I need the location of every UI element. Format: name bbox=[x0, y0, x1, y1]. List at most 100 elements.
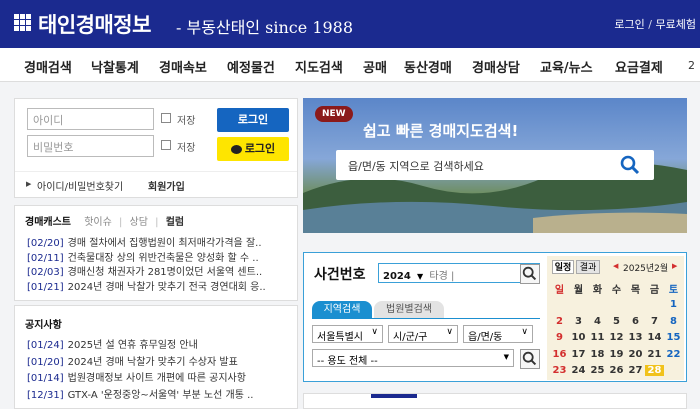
calendar-day[interactable]: 22 bbox=[664, 349, 683, 360]
list-item[interactable]: [01/20] 2024년 경매 낙찰가 맞추기 수상자 발표 bbox=[27, 353, 283, 370]
map-search-banner[interactable]: NEW 쉽고 빠른 경매지도검색! 읍/면/동 지역으로 검색하세요 bbox=[303, 98, 687, 233]
save-id-checkbox[interactable] bbox=[161, 113, 171, 123]
list-item-title: 경매신청 채권자가 281명이었던 서울역 센트.. bbox=[67, 267, 263, 278]
calendar-day[interactable]: 9 bbox=[550, 332, 569, 343]
tab-region-search[interactable]: 지역검색 bbox=[312, 301, 372, 318]
sigungu-select[interactable]: 시/군/구 ∨ bbox=[388, 325, 458, 343]
find-account-link[interactable]: 아이디/비밀번호찾기 bbox=[37, 178, 123, 193]
list-item-title: 건축물대장 상의 위반건축물은 양성화 할 수 .. bbox=[67, 252, 259, 264]
calendar-weekday: 목 bbox=[630, 284, 641, 296]
tab-divider: | bbox=[155, 217, 159, 228]
calendar-day[interactable]: 27 bbox=[626, 365, 645, 376]
tab-court-search[interactable]: 법원별검색 bbox=[374, 301, 444, 318]
usage-search-button[interactable] bbox=[520, 349, 540, 369]
calendar-day[interactable]: 19 bbox=[607, 349, 626, 360]
nav-item-payment[interactable]: 요금결제 bbox=[615, 57, 663, 76]
calendar-day[interactable]: 3 bbox=[569, 316, 588, 327]
map-search-input[interactable]: 읍/면/동 지역으로 검색하세요 bbox=[336, 150, 654, 180]
calendar-day[interactable]: 1 bbox=[664, 299, 683, 310]
list-item[interactable]: [01/14] 법원경매정보 사이트 개편에 따른 공지사항 bbox=[27, 369, 283, 386]
calendar-day[interactable]: 4 bbox=[588, 316, 607, 327]
save-pw-checkbox[interactable] bbox=[161, 140, 171, 150]
tab-hot-issue[interactable]: 핫이슈 bbox=[84, 217, 112, 228]
tab-consult[interactable]: 상담 bbox=[130, 217, 148, 228]
nav-item-auction-news[interactable]: 경매속보 bbox=[159, 57, 207, 76]
nav-item-education-news[interactable]: 교육/뉴스 bbox=[540, 57, 593, 76]
calendar-day[interactable]: 6 bbox=[626, 316, 645, 327]
list-item[interactable]: [02/11] 건축물대장 상의 위반건축물은 양성화 할 수 .. bbox=[27, 249, 283, 264]
calendar-day[interactable]: 10 bbox=[569, 332, 588, 343]
nav-item-consult[interactable]: 경매상담 bbox=[472, 57, 520, 76]
calendar-day[interactable]: 8 bbox=[664, 316, 683, 327]
calendar-day[interactable]: 16 bbox=[550, 349, 569, 360]
nav-item-public-sale[interactable]: 공매 bbox=[363, 57, 387, 76]
nav-item-map-search[interactable]: 지도검색 bbox=[295, 57, 343, 76]
calendar-day[interactable]: 15 bbox=[664, 332, 683, 343]
tab-auction-cast[interactable]: 경매캐스트 bbox=[25, 217, 71, 228]
nav-item-bid-stats[interactable]: 낙찰통계 bbox=[91, 57, 139, 76]
calendar-day[interactable]: 18 bbox=[588, 349, 607, 360]
calendar-week-row: 16 17 18 19 20 21 22 bbox=[550, 346, 683, 363]
search-icon bbox=[522, 266, 537, 281]
login-panel: 아이디 비밀번호 저장 저장 로그인 로그인 ▶ 아이디/비밀번호찾기 회원가입 bbox=[14, 98, 298, 198]
calendar-day[interactable]: 5 bbox=[607, 316, 626, 327]
calendar-day[interactable]: 20 bbox=[626, 349, 645, 360]
calendar-day[interactable]: 2 bbox=[550, 316, 569, 327]
calendar-day[interactable]: 23 bbox=[550, 365, 569, 376]
next-month-icon[interactable]: ▶ bbox=[672, 262, 677, 270]
id-input[interactable]: 아이디 bbox=[27, 108, 154, 130]
auction-calendar: 일정 결과 ◀ 2025년2월 ▶ 일 월 화 수 목 금 토 1 2 3 4 5 6 7 8 9 10 11 12… bbox=[547, 256, 684, 380]
calendar-weekday: 수 bbox=[611, 284, 622, 296]
list-item-title: 2024년 경매 낙찰가 맞추기 수상자 발표 bbox=[67, 356, 238, 368]
calendar-day[interactable]: 11 bbox=[588, 332, 607, 343]
list-item[interactable]: [01/21] 2024년 경매 낙찰가 맞추기 전국 경연대회 응.. bbox=[27, 278, 283, 293]
case-search-button[interactable] bbox=[520, 264, 540, 284]
tab-results[interactable]: 결과 bbox=[576, 260, 600, 274]
calendar-day[interactable]: 24 bbox=[569, 365, 588, 376]
bottom-panel bbox=[303, 393, 687, 409]
nav-item-auction-search[interactable]: 경매검색 bbox=[24, 57, 72, 76]
search-icon bbox=[522, 351, 537, 366]
prev-month-icon[interactable]: ◀ bbox=[613, 262, 618, 270]
nav-item-movables[interactable]: 동산경매 bbox=[404, 57, 452, 76]
dong-select-value: 읍/면/동 bbox=[468, 332, 503, 343]
tab-column[interactable]: 컬럼 bbox=[166, 217, 184, 228]
news-list: [02/20] 경매 절차에서 집행법원이 최저매각가격을 잘.. [02/11]… bbox=[27, 234, 283, 292]
list-item-date: [02/20] bbox=[27, 238, 64, 249]
calendar-day[interactable]: 25 bbox=[588, 365, 607, 376]
password-input[interactable]: 비밀번호 bbox=[27, 135, 154, 157]
calendar-weekday: 금 bbox=[649, 284, 660, 296]
calendar-day[interactable]: 28 bbox=[645, 365, 664, 377]
list-item[interactable]: [12/31] GTX-A '운정중앙~서울역' 부분 노선 개통 .. bbox=[27, 386, 283, 403]
kakao-login-button[interactable]: 로그인 bbox=[217, 137, 289, 161]
usage-select[interactable]: -- 용도 전체 -- ▼ bbox=[312, 349, 514, 367]
calendar-day[interactable]: 12 bbox=[607, 332, 626, 343]
site-logo[interactable]: 태인경매정보 bbox=[38, 9, 151, 39]
sido-select-value: 서울특별시 bbox=[317, 332, 363, 343]
calendar-day[interactable]: 21 bbox=[645, 349, 664, 360]
sido-select[interactable]: 서울특별시 ∨ bbox=[312, 325, 383, 343]
join-link[interactable]: 회원가입 bbox=[148, 178, 185, 193]
calendar-day[interactable]: 7 bbox=[645, 316, 664, 327]
calendar-weekday: 월 bbox=[573, 284, 584, 296]
login-button[interactable]: 로그인 bbox=[217, 108, 289, 132]
case-number-placeholder: 타경 | bbox=[429, 271, 455, 282]
tab-schedule[interactable]: 일정 bbox=[552, 260, 574, 274]
notice-list: [01/24] 2025년 설 연휴 휴무일정 안내 [01/20] 2024년 경… bbox=[27, 336, 283, 402]
top-login-link[interactable]: 로그인 bbox=[614, 18, 644, 31]
nav-item-scheduled[interactable]: 예정물건 bbox=[227, 57, 275, 76]
list-item[interactable]: [02/20] 경매 절차에서 집행법원이 최저매각가격을 잘.. bbox=[27, 234, 283, 249]
dong-select[interactable]: 읍/면/동 ∨ bbox=[463, 325, 533, 343]
notice-title[interactable]: 공지사항 bbox=[25, 316, 62, 331]
year-select[interactable]: 2024 bbox=[383, 271, 411, 282]
list-item[interactable]: [02/03] 경매신청 채권자가 281명이었던 서울역 센트.. bbox=[27, 263, 283, 278]
case-number-input[interactable]: 2024 ▼ 타경 | bbox=[378, 263, 540, 283]
calendar-day[interactable]: 13 bbox=[626, 332, 645, 343]
search-icon[interactable] bbox=[620, 155, 640, 175]
list-item[interactable]: [01/24] 2025년 설 연휴 휴무일정 안내 bbox=[27, 336, 283, 353]
list-item-date: [02/03] bbox=[27, 267, 64, 278]
top-trial-link[interactable]: 무료체험 bbox=[656, 18, 696, 31]
calendar-day[interactable]: 17 bbox=[569, 349, 588, 360]
calendar-day[interactable]: 14 bbox=[645, 332, 664, 343]
calendar-day[interactable]: 26 bbox=[607, 365, 626, 376]
